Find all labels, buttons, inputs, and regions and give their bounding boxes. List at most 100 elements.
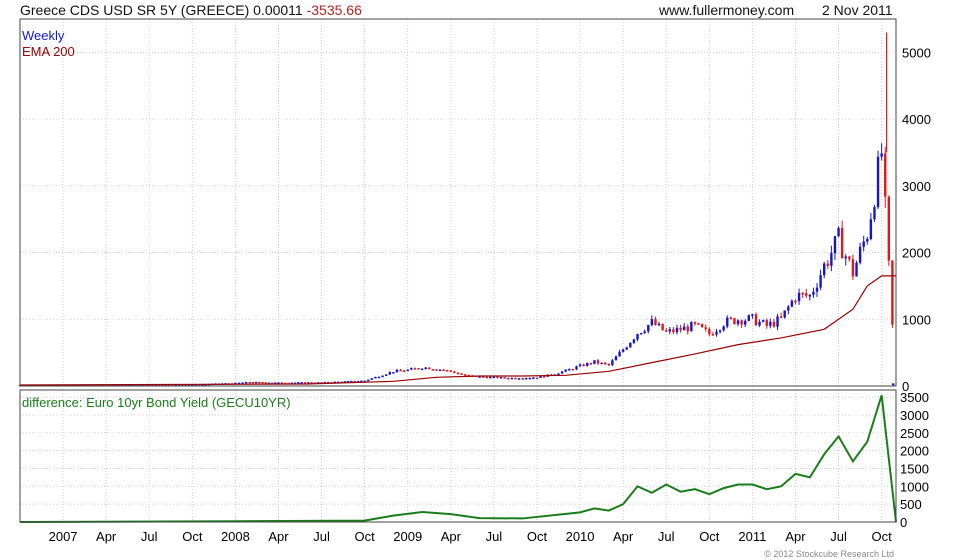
candle-body — [603, 362, 607, 365]
candle-body — [855, 262, 858, 277]
candle-body — [647, 325, 650, 332]
candle-body — [496, 376, 499, 379]
candle-body — [665, 330, 668, 332]
candle-body — [367, 379, 370, 382]
candle-body — [510, 377, 514, 380]
candle-body — [499, 377, 503, 379]
legend-ema: EMA 200 — [22, 44, 75, 59]
candle-body — [797, 292, 801, 302]
candle-body — [517, 378, 521, 380]
candle-body — [776, 316, 779, 327]
x-tick-label: 2010 — [566, 529, 595, 544]
candle-body — [711, 334, 715, 336]
candle-body — [607, 363, 610, 366]
candle-body — [420, 368, 424, 371]
x-tick-label: Jul — [486, 529, 503, 544]
candle-body — [456, 372, 460, 375]
candle-body — [751, 314, 754, 316]
chart-canvas: 0100020003000400050000500100015002000250… — [18, 18, 931, 544]
candle-body — [747, 315, 751, 321]
candle-body — [442, 369, 445, 372]
candle-body — [880, 153, 883, 157]
candle-body — [614, 356, 618, 361]
y-tick-label: 1000 — [902, 312, 931, 327]
candle-body — [395, 369, 399, 373]
candle-body — [892, 383, 895, 386]
y-axis-ticks: 0100020003000400050000500100015002000250… — [900, 45, 931, 530]
candle-body — [244, 381, 248, 384]
y-tick-label: 5000 — [902, 45, 931, 60]
candle-body — [542, 376, 546, 378]
candle-body — [593, 360, 596, 364]
top-panel-grid — [20, 19, 896, 387]
candle-body — [815, 287, 819, 292]
candle-body — [639, 333, 643, 335]
candle-body — [654, 319, 657, 326]
candle-body — [399, 369, 402, 372]
candle-body — [600, 362, 603, 365]
y-tick-label: 500 — [900, 497, 922, 512]
candle-body — [417, 368, 420, 370]
candle-body — [858, 246, 862, 263]
candle-body — [492, 376, 496, 379]
candle-body — [822, 263, 826, 276]
candle-body — [848, 256, 851, 260]
y-tick-label: 4000 — [902, 112, 931, 127]
candle-body — [765, 320, 768, 326]
candle-body — [535, 377, 539, 380]
candle-body — [779, 316, 783, 318]
difference-panel-title: difference: Euro 10yr Bond Yield (GECU10… — [22, 395, 291, 410]
candle-body — [410, 368, 413, 370]
candle-body — [586, 362, 589, 367]
candle-body — [381, 375, 384, 378]
difference-line — [19, 395, 897, 523]
x-tick-label: Apr — [441, 529, 462, 544]
candle-body — [650, 319, 654, 326]
candle-body — [869, 219, 873, 240]
candle-body — [862, 241, 865, 247]
candle-body — [582, 364, 585, 367]
candle-body — [449, 370, 453, 372]
candle-body — [808, 294, 812, 297]
candle-body — [876, 156, 880, 208]
x-tick-label: Jul — [313, 529, 330, 544]
candle-body — [668, 329, 672, 332]
candle-body — [539, 376, 542, 378]
candle-body — [374, 376, 377, 379]
candle-body — [754, 314, 758, 326]
candle-body — [866, 239, 869, 242]
candle-body — [629, 342, 632, 348]
candle-body — [844, 256, 847, 259]
candle-body — [801, 292, 804, 295]
candle-body — [690, 322, 693, 332]
candle-body — [532, 377, 535, 380]
x-tick-label: 2007 — [49, 529, 78, 544]
candle-body — [521, 378, 524, 380]
candle-body — [485, 376, 488, 379]
x-tick-label: 2011 — [738, 529, 766, 544]
candle-body — [571, 369, 575, 371]
y-tick-label: 1000 — [900, 479, 929, 494]
candle-body — [805, 293, 808, 296]
candle-body — [528, 377, 532, 380]
candle-body — [618, 351, 621, 357]
candle-body — [693, 322, 697, 324]
y-tick-label: 1500 — [900, 461, 929, 476]
candle-body — [254, 381, 258, 384]
candle-body — [833, 236, 837, 254]
candle-body — [406, 369, 409, 372]
candle-body — [564, 369, 567, 372]
candle-body — [428, 367, 431, 370]
candle-body — [744, 320, 747, 325]
legend-weekly: Weekly — [22, 28, 65, 43]
x-axis-ticks: 2007 Apr Jul Oct 2008 Apr Jul Oct 2009 Apr Jul Oct 2… — [49, 529, 893, 544]
candle-body — [826, 263, 829, 266]
difference-series — [19, 395, 897, 523]
candle-body — [424, 367, 427, 370]
top-panel-frame — [19, 18, 897, 387]
candle-body — [578, 364, 582, 367]
candle-body — [568, 369, 571, 371]
x-tick-label: Jul — [830, 529, 847, 544]
candle-body — [460, 373, 463, 375]
candle-body — [489, 376, 492, 379]
